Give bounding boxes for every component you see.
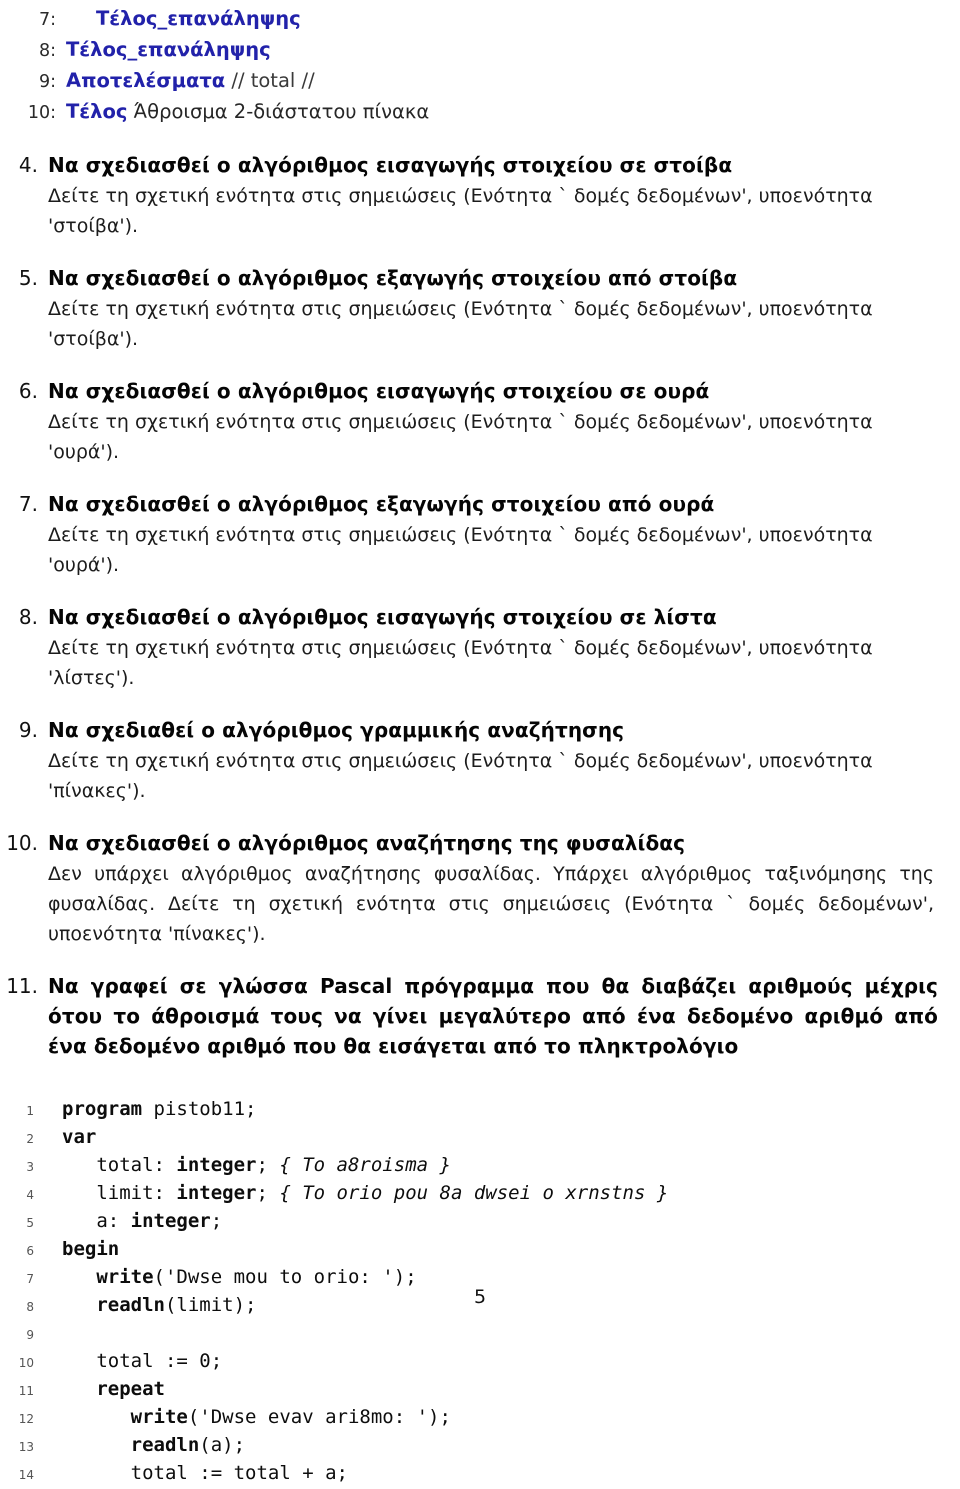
code-line: 4 limit: integer; { To orio pou 8a dwsei… [0, 1179, 960, 1207]
code-line: 14 total := total + a; [0, 1459, 960, 1487]
code-line-number: 3 [26, 1160, 34, 1174]
page-number: 5 [473, 1286, 487, 1308]
exercise-body: Δείτε τη σχετική ενότητα στις σημειώσεις… [48, 298, 873, 350]
pseudocode-text: Άθροισμα 2-διάστατου πίνακα [127, 100, 430, 123]
pseudocode-keyword: Τέλος_επανάληψης [96, 7, 301, 30]
exercise-item: 5. Να σχεδιασθεί ο αλγόριθμος εξαγωγής σ… [0, 263, 960, 354]
code-line-text: limit: integer; { To orio pou 8a dwsei o… [62, 1182, 669, 1204]
code-line-text: var [62, 1126, 97, 1148]
pseudocode-block: 7: Τέλος_επανάληψης 8: Τέλος_επανάληψης … [0, 0, 960, 128]
exercise-title: Να γραφεί σε γλώσσα Pascal πρόγραμμα που… [48, 974, 938, 1058]
exercise-body: Δείτε τη σχετική ενότητα στις σημειώσεις… [48, 411, 873, 463]
code-line-text: program pistob11; [62, 1098, 257, 1120]
exercise-number: 5. [18, 266, 38, 290]
code-line: 3 total: integer; { To a8roisma } [0, 1151, 960, 1179]
exercise-item: 7. Να σχεδιασθεί ο αλγόριθμος εξαγωγής σ… [0, 489, 960, 580]
exercise-body: Δείτε τη σχετική ενότητα στις σημειώσεις… [48, 750, 873, 802]
exercise-title: Να σχεδιασθεί ο αλγόριθμος αναζήτησης τη… [48, 831, 686, 855]
code-line-text: a: integer; [62, 1210, 223, 1232]
exercise-number: 8. [18, 605, 38, 629]
code-line-number: 10 [18, 1356, 34, 1370]
exercise-number: 9. [18, 718, 38, 742]
exercise-body: Δείτε τη σχετική ενότητα στις σημειώσεις… [48, 637, 873, 689]
pseudocode-line-content: Τέλος Άθροισμα 2-διάστατου πίνακα [66, 97, 960, 127]
code-line-text: total: integer; { To a8roisma } [62, 1154, 451, 1176]
code-line-text: repeat [96, 1378, 165, 1400]
code-line-number: 9 [26, 1328, 34, 1342]
code-line-number: 11 [18, 1384, 34, 1398]
exercise-title: Να σχεδιασθεί ο αλγόριθμος εισαγωγής στο… [48, 153, 733, 177]
pseudocode-comment: // total // [225, 69, 315, 92]
exercise-number: 10. [6, 831, 38, 855]
pseudocode-line: 7: Τέλος_επανάληψης [0, 4, 960, 35]
code-line-number: 5 [26, 1216, 34, 1230]
code-line: 11 repeat [0, 1375, 960, 1403]
code-line-number: 12 [18, 1412, 34, 1426]
code-line-number: 2 [26, 1132, 34, 1146]
exercise-body: Δείτε τη σχετική ενότητα στις σημειώσεις… [48, 185, 873, 237]
code-line-text: total := total + a; [62, 1462, 348, 1484]
code-line-number: 14 [18, 1468, 34, 1482]
pseudocode-line: 8: Τέλος_επανάληψης [0, 35, 960, 66]
code-line-text: begin [62, 1238, 120, 1260]
exercise-body: Δείτε τη σχετική ενότητα στις σημειώσεις… [48, 524, 873, 576]
exercise-title: Να σχεδιασθεί ο αλγόριθμος εισαγωγής στο… [48, 605, 717, 629]
pseudocode-line-number: 10: [27, 103, 56, 123]
code-line-text: total := 0; [62, 1350, 223, 1372]
exercise-item: 10. Να σχεδιασθεί ο αλγόριθμος αναζήτηση… [0, 828, 960, 949]
code-line-number: 4 [26, 1188, 34, 1202]
code-line-number: 6 [26, 1244, 34, 1258]
exercise-title: Να σχεδιασθεί ο αλγόριθμος εισαγωγής στο… [48, 379, 710, 403]
exercise-number: 4. [18, 153, 38, 177]
exercise-item: 11. Να γραφεί σε γλώσσα Pascal πρόγραμμα… [0, 971, 960, 1061]
code-line-number: 13 [18, 1440, 34, 1454]
pseudocode-keyword: Τέλος_επανάληψης [66, 38, 271, 61]
document-page: 7: Τέλος_επανάληψης 8: Τέλος_επανάληψης … [0, 0, 960, 1484]
code-line: 2 var [0, 1123, 960, 1151]
pseudocode-line-content: Αποτελέσματα // total // [66, 66, 960, 96]
code-line-number: 1 [26, 1104, 34, 1118]
code-line: 13 readln(a); [0, 1431, 960, 1459]
pseudocode-line-content: Τέλος_επανάληψης [66, 4, 960, 34]
code-line: 10 total := 0; [0, 1347, 960, 1375]
exercise-item: 4. Να σχεδιασθεί ο αλγόριθμος εισαγωγής … [0, 150, 960, 241]
code-line: 6 begin [0, 1235, 960, 1263]
exercise-item: 8. Να σχεδιασθεί ο αλγόριθμος εισαγωγής … [0, 602, 960, 693]
exercise-body: Δεν υπάρχει αλγόριθμος αναζήτησης φυσαλί… [48, 863, 934, 945]
code-line-text: readln(a); [130, 1434, 246, 1456]
exercise-number: 7. [18, 492, 38, 516]
code-line: 12 write('Dwse evav ari8mo: '); [0, 1403, 960, 1431]
code-line-text: write('Dwse evav ari8mo: '); [130, 1406, 451, 1428]
exercise-title: Να σχεδιαθεί ο αλγόριθμος γραμμικής αναζ… [48, 718, 625, 742]
exercise-item: 9. Να σχεδιαθεί ο αλγόριθμος γραμμικής α… [0, 715, 960, 806]
pseudocode-keyword: Αποτελέσματα [66, 69, 226, 92]
pseudocode-line-number: 7: [38, 10, 56, 30]
pseudocode-line: 9: Αποτελέσματα // total // [0, 66, 960, 97]
code-line: 5 a: integer; [0, 1207, 960, 1235]
exercise-list: 4. Να σχεδιασθεί ο αλγόριθμος εισαγωγής … [0, 150, 960, 1061]
pseudocode-line-number: 8: [38, 41, 56, 61]
exercise-title: Να σχεδιασθεί ο αλγόριθμος εξαγωγής στοι… [48, 492, 715, 516]
exercise-number: 6. [18, 379, 38, 403]
pseudocode-line-number: 9: [38, 72, 56, 92]
exercise-number: 11. [6, 974, 38, 998]
exercise-item: 6. Να σχεδιασθεί ο αλγόριθμος εισαγωγής … [0, 376, 960, 467]
exercise-title: Να σχεδιασθεί ο αλγόριθμος εξαγωγής στοι… [48, 266, 738, 290]
code-line: 9 [0, 1319, 960, 1347]
code-line: 1 program pistob11; [0, 1095, 960, 1123]
pseudocode-line: 10: Τέλος Άθροισμα 2-διάστατου πίνακα [0, 97, 960, 128]
pseudocode-keyword: Τέλος [66, 100, 128, 123]
pseudocode-line-content: Τέλος_επανάληψης [66, 35, 960, 65]
